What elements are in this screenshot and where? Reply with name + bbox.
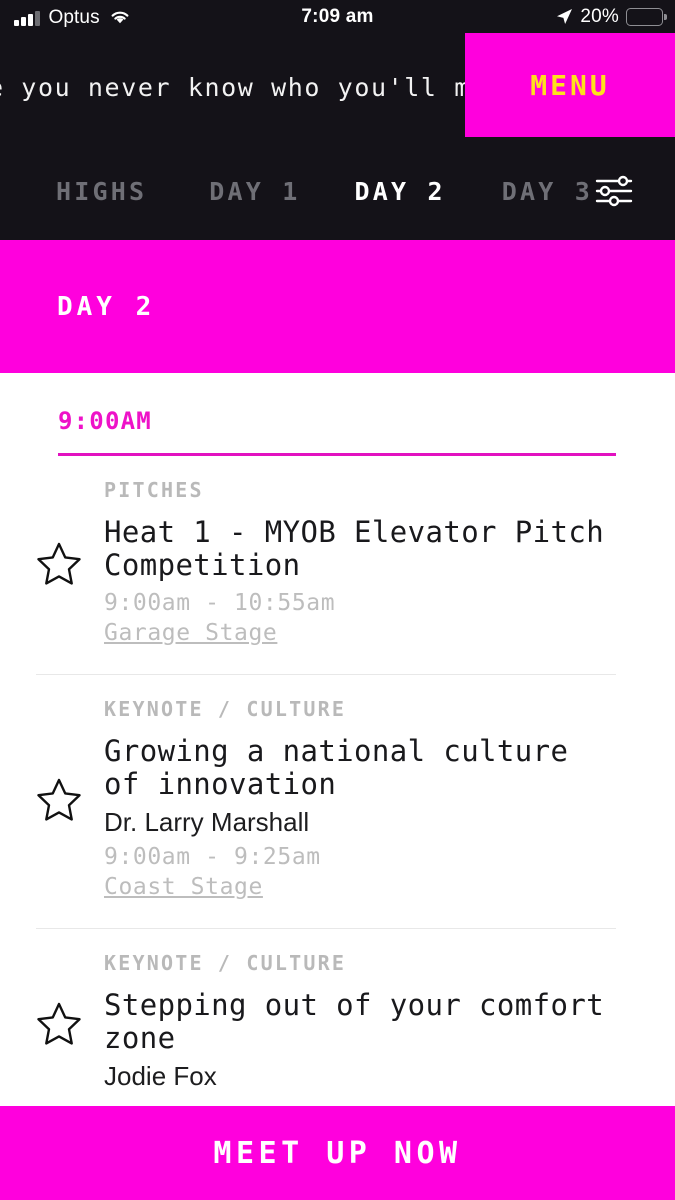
event-title: Growing a national culture of innovation (104, 733, 569, 801)
event-body: KEYNOTE / CULTURE Growing a national cul… (104, 697, 616, 902)
event-body: PITCHES Heat 1 - MYOB Elevator Pitch Com… (104, 478, 616, 648)
event-category-tag: KEYNOTE / CULTURE (104, 950, 347, 975)
tab-day-3[interactable]: DAY 3 (502, 177, 593, 206)
meet-up-now-button[interactable]: MEET UP NOW (0, 1106, 675, 1200)
news-ticker: e you never know who you'll matc MENU (0, 33, 675, 142)
event-row[interactable]: PITCHES Heat 1 - MYOB Elevator Pitch Com… (36, 456, 616, 674)
tab-highs[interactable]: HIGHS (56, 177, 147, 206)
star-outline-icon (36, 1001, 82, 1045)
ticker-text: e you never know who you'll matc (0, 73, 521, 102)
app-screen: Optus 7:09 am 20% e you never know who y… (0, 0, 675, 1200)
time-slot-label: 9:00AM (58, 407, 152, 435)
event-venue-link[interactable]: Coast Stage (104, 872, 616, 902)
event-venue-link[interactable]: Garage Stage (104, 618, 616, 648)
event-body: KEYNOTE / CULTURE Stepping out of your c… (104, 951, 616, 1096)
event-title: Stepping out of your comfort zone (104, 987, 605, 1055)
status-bar-time: 7:09 am (301, 5, 374, 27)
menu-button[interactable]: MENU (465, 33, 675, 137)
meet-up-now-label: MEET UP NOW (213, 1135, 462, 1171)
status-bar: Optus 7:09 am 20% (0, 0, 675, 33)
day-banner: DAY 2 (0, 240, 675, 373)
event-time: 9:00am - 9:25am (104, 843, 321, 870)
tab-day-2[interactable]: DAY 2 (355, 177, 446, 206)
event-time: 9:00am - 10:55am (104, 589, 336, 616)
event-speaker: Dr. Larry Marshall (104, 806, 310, 837)
star-outline-icon (36, 541, 82, 585)
event-category-tag: KEYNOTE / CULTURE (104, 696, 347, 721)
schedule-list: 9:00AM PITCHES Heat 1 - MYOB Elevator Pi… (0, 373, 675, 1122)
event-row[interactable]: KEYNOTE / CULTURE Growing a national cul… (36, 673, 616, 928)
tab-day-1[interactable]: DAY 1 (209, 177, 300, 206)
battery-icon (626, 7, 663, 26)
star-outline-icon (36, 777, 82, 821)
menu-button-label: MENU (530, 68, 610, 102)
event-row[interactable]: KEYNOTE / CULTURE Stepping out of your c… (36, 927, 616, 1122)
day-tab-bar: HIGHS DAY 1 DAY 2 DAY 3 (0, 142, 675, 240)
filter-sliders-icon[interactable] (595, 174, 633, 208)
favorite-toggle[interactable] (36, 951, 104, 1096)
day-banner-title: DAY 2 (57, 291, 156, 322)
favorite-toggle[interactable] (36, 697, 104, 902)
event-title: Heat 1 - MYOB Elevator Pitch Competition (104, 514, 605, 582)
event-category-tag: PITCHES (104, 477, 204, 502)
favorite-toggle[interactable] (36, 478, 104, 648)
event-speaker: Jodie Fox (104, 1060, 217, 1091)
time-slot-header: 9:00AM (58, 407, 616, 456)
